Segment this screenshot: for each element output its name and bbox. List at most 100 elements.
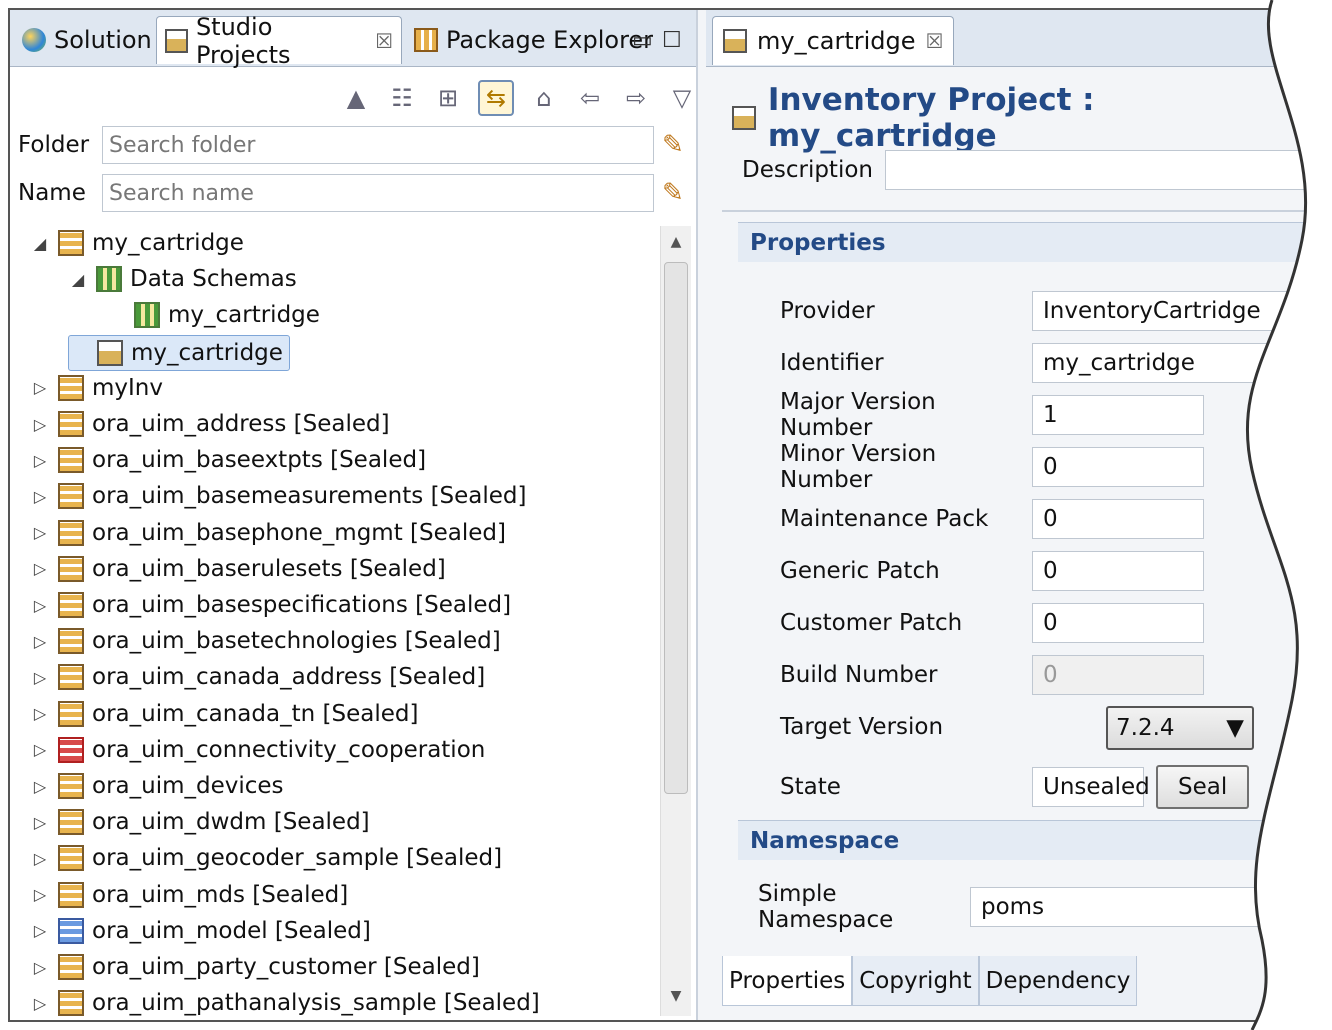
tree-item[interactable]: ▷ ora_uim_dwdm [Sealed] — [30, 805, 370, 839]
tree-item[interactable]: ▷ ora_uim_pathanalysis_sample [Sealed] — [30, 986, 540, 1020]
tab-dependency[interactable]: Dependency — [978, 956, 1138, 1006]
tree-scrollbar[interactable]: ▲ ▼ — [660, 226, 691, 1016]
tree-item[interactable]: ▷ ora_uim_baserulesets [Sealed] — [30, 552, 446, 586]
cartridge-icon — [58, 809, 84, 836]
expand-arrow-icon[interactable]: ▷ — [30, 415, 50, 434]
link-with-editor-icon[interactable]: ⇆ — [478, 80, 514, 116]
tree-item-label: my_cartridge — [92, 230, 244, 256]
cartridge-icon — [58, 954, 84, 980]
section-title: Namespace — [750, 827, 900, 854]
pin-icon[interactable]: ✎ — [662, 178, 684, 208]
expand-arrow-icon[interactable]: ▷ — [30, 668, 50, 687]
expand-arrow-icon[interactable]: ▷ — [30, 451, 50, 470]
property-field[interactable]: 1 — [1032, 395, 1204, 435]
expand-arrow-icon[interactable]: ▷ — [30, 704, 50, 723]
tree-item[interactable]: ▷ myInv — [30, 371, 163, 405]
expand-arrow-icon[interactable]: ▷ — [30, 559, 50, 578]
tab-solution[interactable]: Solution — [14, 16, 160, 64]
tree-item-label: ora_uim_mds [Sealed] — [92, 881, 349, 908]
expand-arrow-icon[interactable]: ▷ — [30, 632, 50, 651]
tab-package-explorer[interactable]: Package Explorer — [406, 16, 661, 64]
property-field[interactable]: 0 — [1032, 603, 1204, 643]
tree-item[interactable]: ▷ ora_uim_devices — [30, 769, 284, 803]
tab-studio-projects[interactable]: Studio Projects ☒ — [156, 13, 402, 69]
search-name-input[interactable] — [102, 174, 654, 212]
expand-arrow-icon[interactable]: ▷ — [30, 523, 50, 542]
expand-arrow-icon[interactable]: ▷ — [30, 921, 50, 940]
section-title: Properties — [750, 229, 886, 256]
collapse-arrow-icon[interactable]: ◢ — [68, 270, 88, 289]
view-menu-icon[interactable]: ▽ — [666, 82, 698, 114]
close-icon[interactable]: ☒ — [375, 29, 393, 53]
project-icon — [97, 339, 123, 366]
select-value: 7.2.4 — [1116, 715, 1175, 741]
maximize-icon[interactable]: ☐ — [662, 28, 682, 53]
home-icon[interactable]: ⌂ — [528, 82, 560, 114]
tree-item[interactable]: ▷ ora_uim_party_customer [Sealed] — [30, 950, 480, 984]
tree-item[interactable]: ▷ ora_uim_basespecifications [Sealed] — [30, 588, 511, 622]
collapse-arrow-icon[interactable]: ◢ — [30, 234, 50, 253]
tree-item[interactable]: ▷ ora_uim_basetechnologies [Sealed] — [30, 624, 501, 658]
expand-arrow-icon[interactable]: ▷ — [30, 596, 50, 615]
expand-arrow-icon[interactable]: ▷ — [30, 487, 50, 506]
tree-item[interactable]: ▷ ora_uim_basemeasurements [Sealed] — [30, 479, 527, 513]
tree-item[interactable]: ▷ ora_uim_basephone_mgmt [Sealed] — [30, 516, 506, 550]
tree-item[interactable]: ▷ ora_uim_canada_tn [Sealed] — [30, 697, 418, 731]
tree-item[interactable]: ▷ ora_uim_connectivity_cooperation — [30, 733, 485, 767]
back-icon[interactable]: ⇦ — [574, 82, 606, 114]
tab-my-cartridge[interactable]: my_cartridge ☒ — [712, 16, 955, 65]
simple-namespace-label: Simple Namespace — [758, 881, 894, 933]
close-icon[interactable]: ☒ — [926, 29, 944, 53]
folder-filter-row: Folder ✎ — [18, 124, 684, 166]
tree-item-label: ora_uim_baseextpts [Sealed] — [92, 447, 427, 474]
target-version-row: Target Version 7.2.4 ▼ — [780, 706, 1254, 750]
tree-item[interactable]: ▷ ora_uim_baseextpts [Sealed] — [30, 443, 426, 477]
scroll-up-icon[interactable]: ▲ — [661, 234, 691, 250]
expand-arrow-icon[interactable]: ▷ — [30, 885, 50, 904]
expand-arrow-icon[interactable]: ▷ — [30, 378, 50, 397]
tab-properties[interactable]: Properties — [722, 956, 853, 1006]
tree-item[interactable]: ▷ ora_uim_canada_address [Sealed] — [30, 660, 485, 694]
expand-arrow-icon[interactable]: ▷ — [30, 740, 50, 759]
expand-arrow-icon[interactable]: ▷ — [30, 777, 50, 796]
property-row: Customer Patch 0 — [780, 602, 1204, 644]
tree-item-label: ora_uim_basespecifications [Sealed] — [92, 592, 512, 618]
cartridge-icon — [58, 374, 84, 401]
tree-item[interactable]: ◢ my_cartridge — [30, 226, 244, 260]
property-label: Maintenance Pack — [780, 506, 989, 532]
tree-item[interactable]: ▷ ora_uim_geocoder_sample [Sealed] — [30, 841, 502, 875]
tab-copyright[interactable]: Copyright — [852, 956, 979, 1006]
minimize-icon[interactable]: ▭ — [632, 28, 653, 53]
tree-item[interactable]: ▷ ora_uim_mds [Sealed] — [30, 878, 348, 912]
collapse-icon[interactable]: ▲ — [340, 82, 372, 114]
forward-icon[interactable]: ⇨ — [620, 82, 652, 114]
property-row: Minor Version Number 0 — [780, 441, 1204, 493]
scroll-thumb[interactable] — [664, 262, 688, 794]
project-icon — [732, 106, 756, 130]
cartridge-icon — [58, 700, 84, 727]
property-field[interactable]: 0 — [1032, 447, 1204, 487]
folder-label: Folder — [18, 132, 90, 158]
tree-item[interactable]: ▷ ora_uim_model [Sealed] — [30, 914, 371, 948]
pin-icon[interactable]: ✎ — [662, 130, 684, 160]
grid-icon[interactable]: ⊞ — [432, 82, 464, 114]
simple-namespace-row: Simple Namespace poms — [758, 881, 1270, 933]
tree-item[interactable]: my_cartridge — [68, 334, 290, 371]
tree-item-label: ora_uim_basephone_mgmt [Sealed] — [92, 519, 506, 546]
expand-arrow-icon[interactable]: ▷ — [30, 813, 50, 832]
tab-label: Solution — [54, 26, 152, 54]
tree-view-icon[interactable]: ☷ — [386, 82, 418, 114]
property-field[interactable]: 0 — [1032, 551, 1204, 591]
tree-item[interactable]: ◢ Data Schemas — [68, 262, 297, 296]
tree-item-label: ora_uim_pathanalysis_sample [Sealed] — [92, 990, 540, 1017]
cartridge-icon — [58, 592, 84, 618]
search-folder-input[interactable] — [102, 126, 654, 164]
tree-item[interactable]: my_cartridge — [106, 298, 320, 332]
tree-item[interactable]: ▷ ora_uim_address [Sealed] — [30, 407, 390, 441]
tab-label: Package Explorer — [446, 26, 654, 54]
scroll-down-icon[interactable]: ▼ — [661, 988, 691, 1004]
property-field[interactable]: 0 — [1032, 499, 1204, 539]
expand-arrow-icon[interactable]: ▷ — [30, 849, 50, 868]
expand-arrow-icon[interactable]: ▷ — [30, 994, 50, 1013]
expand-arrow-icon[interactable]: ▷ — [30, 958, 50, 977]
